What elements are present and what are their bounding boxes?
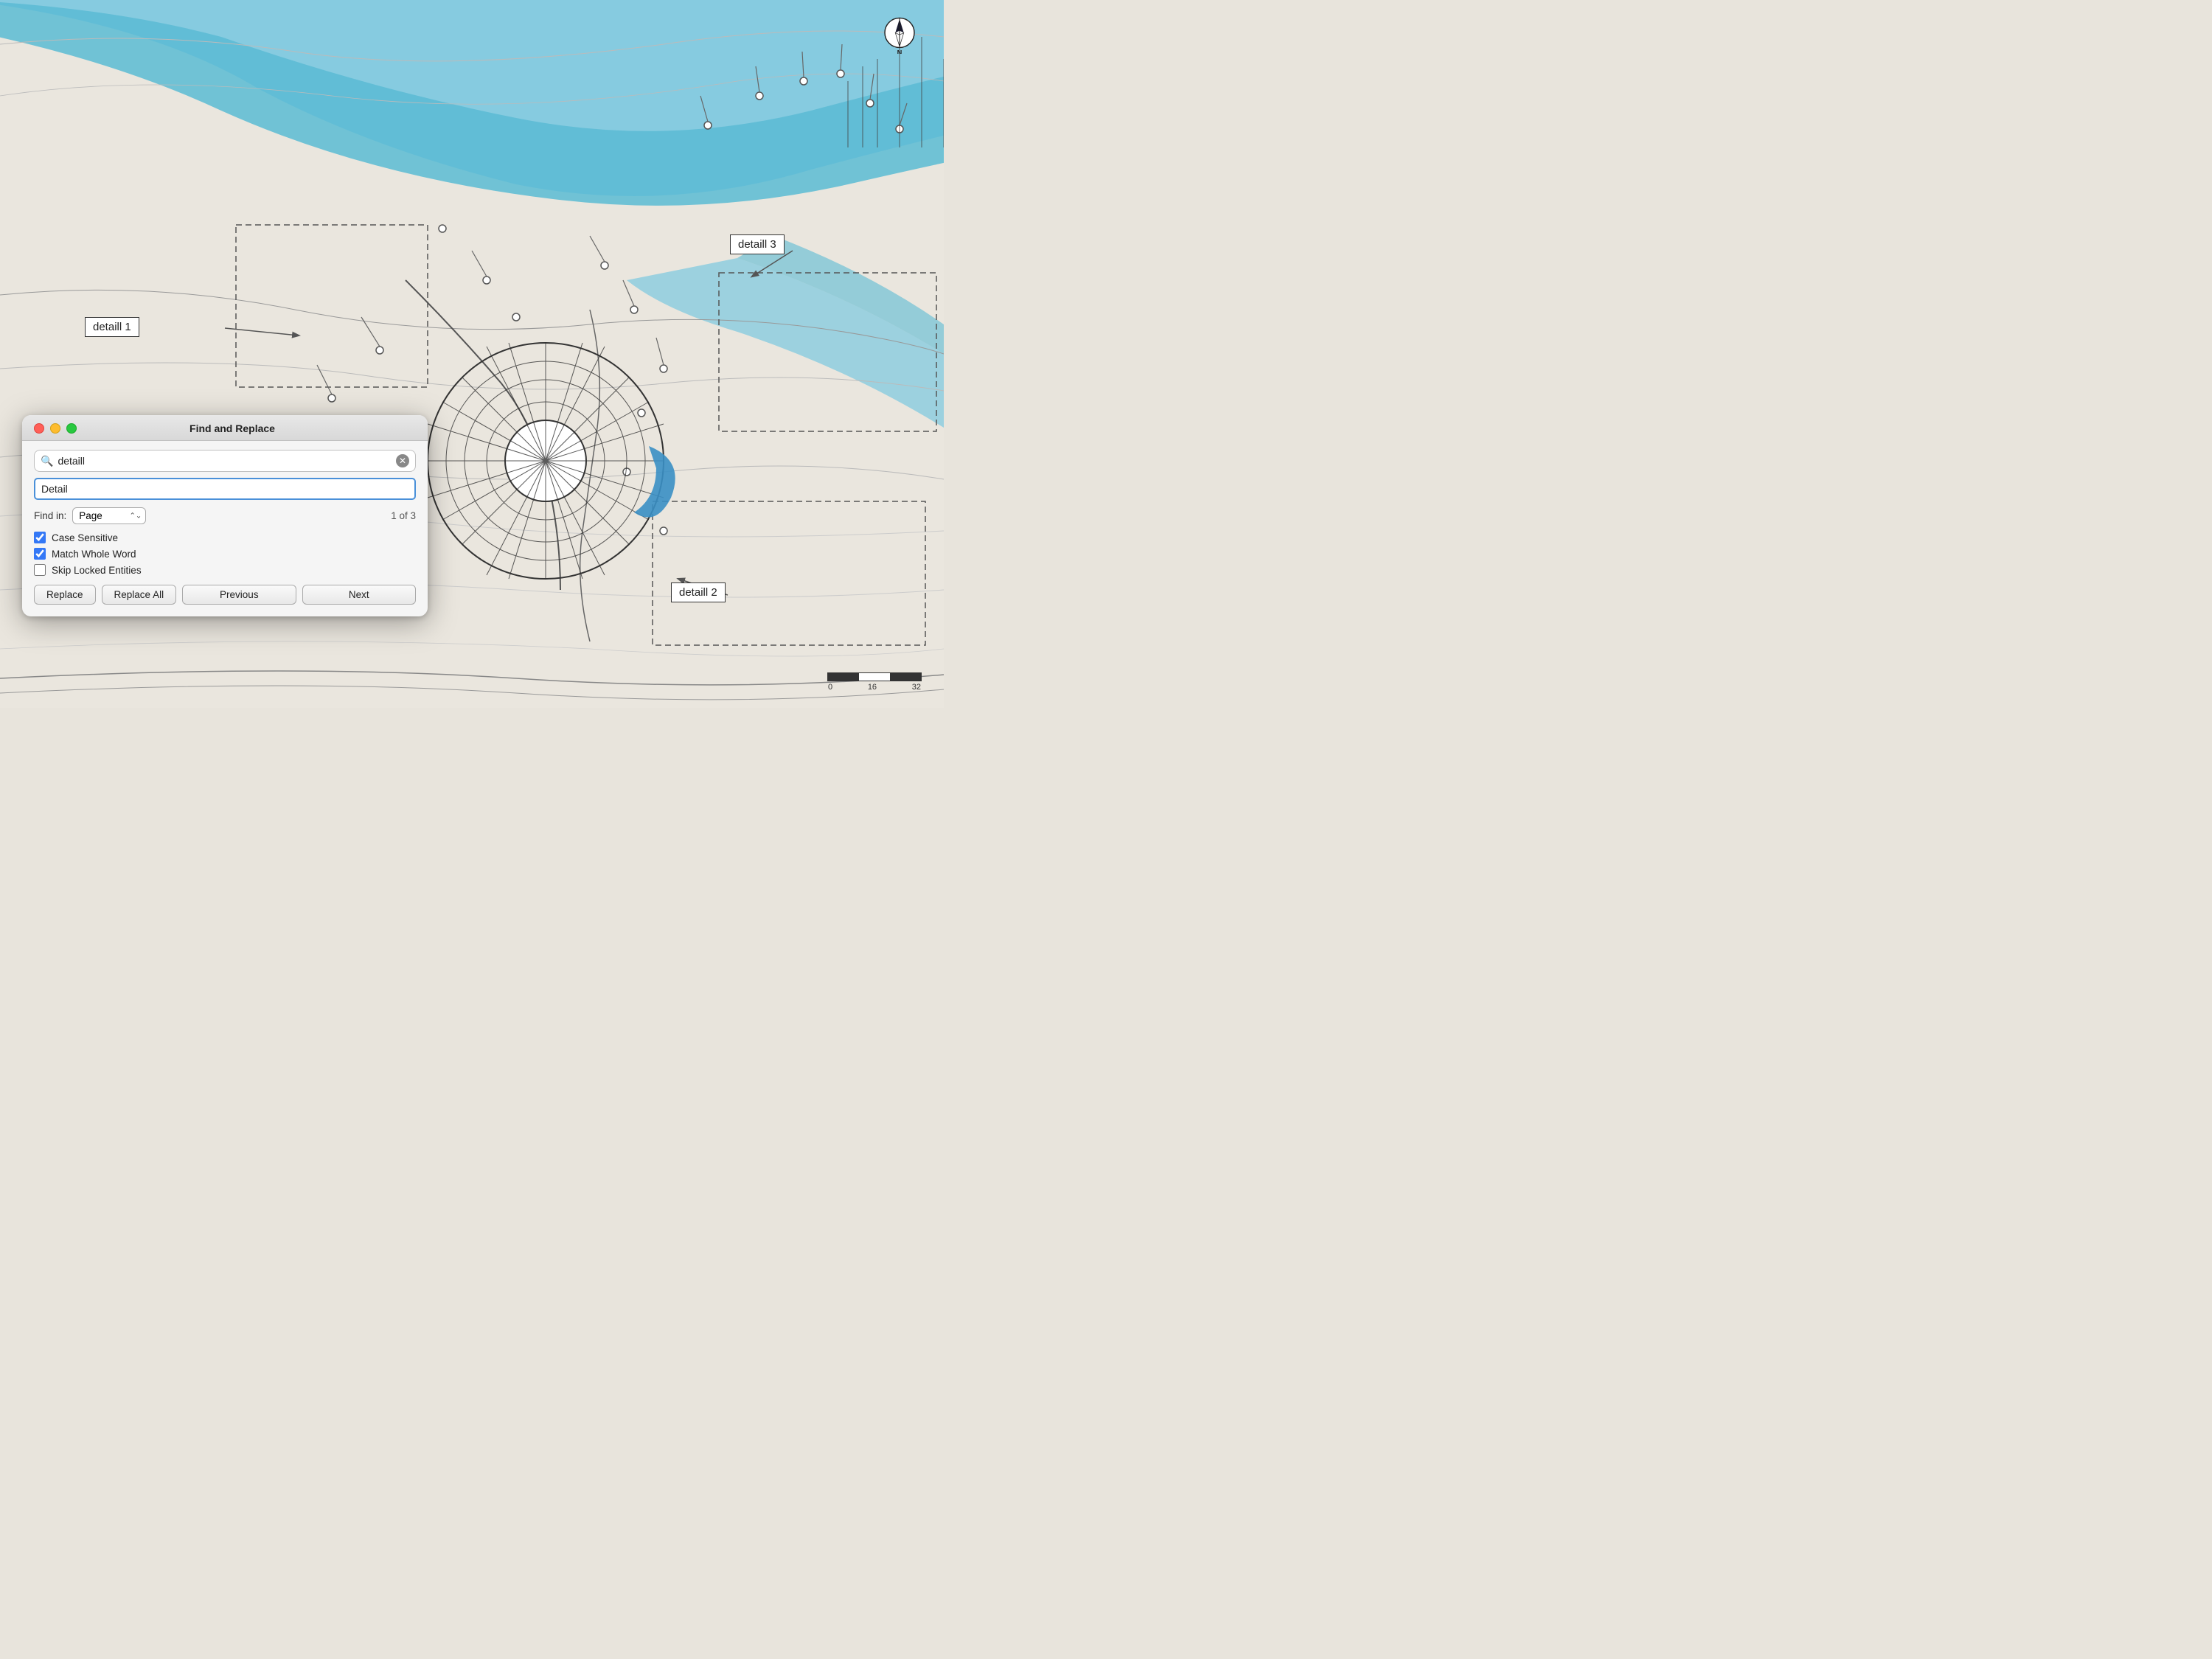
checkbox-match-whole-word-row: Match Whole Word <box>34 548 416 560</box>
match-whole-word-label: Match Whole Word <box>52 549 136 560</box>
dialog-title: Find and Replace <box>49 422 416 434</box>
case-sensitive-label: Case Sensitive <box>52 532 118 543</box>
find-in-select[interactable]: Page Document Selection <box>72 507 146 524</box>
north-arrow: N <box>877 13 922 58</box>
checkbox-skip-locked-row: Skip Locked Entities <box>34 564 416 576</box>
case-sensitive-checkbox[interactable] <box>34 532 46 543</box>
dialog-body: 🔍 ✕ Find in: Page Document Selection 1 o… <box>22 441 428 616</box>
detail-label-1: detaill 1 <box>85 317 139 337</box>
buttons-row: Replace Replace All Previous Next <box>34 585 416 605</box>
checkbox-case-sensitive-row: Case Sensitive <box>34 532 416 543</box>
dialog-titlebar: Find and Replace <box>22 415 428 441</box>
next-button[interactable]: Next <box>302 585 416 605</box>
replace-input[interactable] <box>34 478 416 500</box>
detail-label-3: detaill 3 <box>730 234 785 254</box>
detail-label-2: detaill 2 <box>671 582 726 602</box>
scale-label-32: 32 <box>912 683 921 692</box>
match-whole-word-checkbox[interactable] <box>34 548 46 560</box>
find-in-label: Find in: <box>34 510 66 521</box>
replace-all-button[interactable]: Replace All <box>102 585 177 605</box>
find-in-row: Find in: Page Document Selection 1 of 3 <box>34 507 416 524</box>
skip-locked-checkbox[interactable] <box>34 564 46 576</box>
scale-bar: 0 16 32 <box>827 672 922 692</box>
search-row: 🔍 ✕ <box>34 450 416 472</box>
find-in-select-wrapper[interactable]: Page Document Selection <box>72 507 146 524</box>
previous-button[interactable]: Previous <box>182 585 296 605</box>
count-label: 1 of 3 <box>391 510 416 521</box>
replace-button[interactable]: Replace <box>34 585 96 605</box>
find-replace-dialog: Find and Replace 🔍 ✕ Find in: Page Docum… <box>22 415 428 616</box>
skip-locked-label: Skip Locked Entities <box>52 565 142 576</box>
svg-text:N: N <box>897 49 902 54</box>
scale-label-0: 0 <box>828 683 832 692</box>
search-icon: 🔍 <box>41 455 53 467</box>
scale-label-16: 16 <box>868 683 877 692</box>
close-button[interactable] <box>34 423 44 434</box>
clear-search-button[interactable]: ✕ <box>396 454 409 467</box>
search-input[interactable] <box>58 455 392 467</box>
